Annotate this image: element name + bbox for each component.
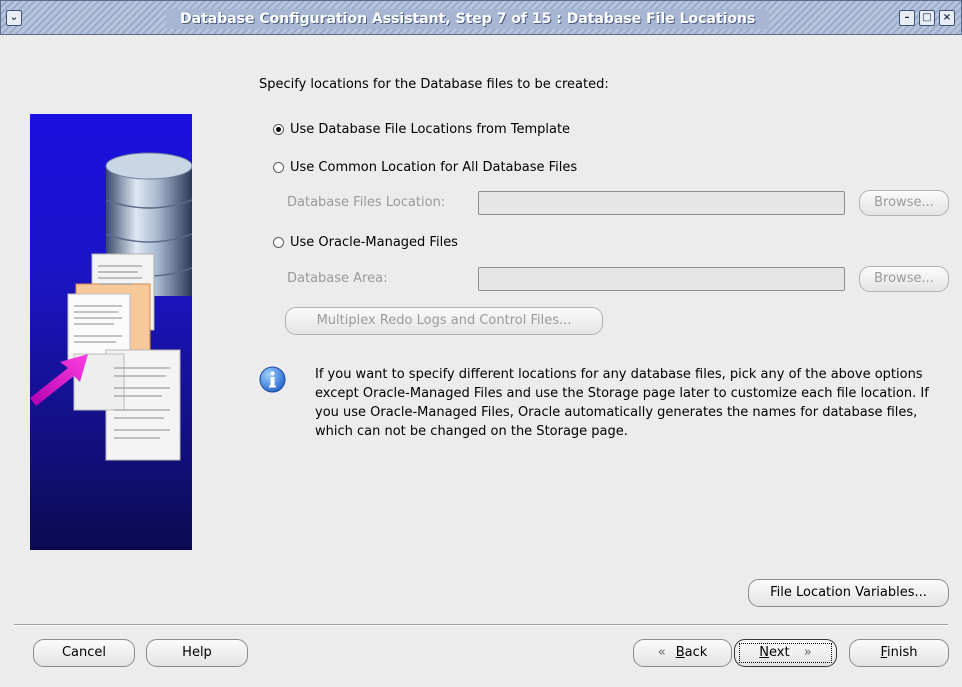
minimize-icon[interactable]: –: [899, 10, 915, 26]
files-location-input[interactable]: [478, 191, 845, 215]
radio-label: Use Oracle-Managed Files: [290, 235, 458, 250]
help-button[interactable]: Help: [146, 639, 248, 667]
cancel-button[interactable]: Cancel: [33, 639, 135, 667]
radio-indicator[interactable]: [273, 162, 284, 173]
radio-label: Use Common Location for All Database Fil…: [290, 160, 578, 175]
radio-common-location[interactable]: Use Common Location for All Database Fil…: [273, 160, 577, 175]
close-icon[interactable]: ×: [939, 10, 955, 26]
finish-button[interactable]: Finish: [849, 639, 949, 667]
window-menu-icon[interactable]: ⌄: [6, 10, 22, 26]
info-icon: [259, 366, 286, 393]
database-area-label: Database Area:: [287, 271, 388, 286]
title-bar[interactable]: ⌄ Database Configuration Assistant, Step…: [0, 0, 962, 35]
database-area-input[interactable]: [478, 267, 845, 291]
back-arrow-icon: «: [657, 645, 666, 660]
database-illustration-graphic: [30, 152, 192, 461]
browse-files-location-button[interactable]: Browse...: [859, 190, 949, 216]
maximize-icon[interactable]: □: [919, 10, 935, 26]
wizard-illustration: [30, 114, 192, 550]
file-location-variables-button[interactable]: File Location Variables...: [748, 579, 949, 607]
next-button[interactable]: Next »: [734, 639, 837, 667]
multiplex-redo-logs-button[interactable]: Multiplex Redo Logs and Control Files...: [285, 307, 603, 335]
back-label: ack: [684, 645, 708, 660]
browse-database-area-button[interactable]: Browse...: [859, 266, 949, 292]
radio-oracle-managed[interactable]: Use Oracle-Managed Files: [273, 235, 458, 250]
radio-template-locations[interactable]: Use Database File Locations from Templat…: [273, 122, 570, 137]
finish-label: inish: [887, 645, 918, 660]
radio-label: Use Database File Locations from Templat…: [290, 122, 571, 137]
window-title: Database Configuration Assistant, Step 7…: [166, 9, 770, 29]
radio-indicator[interactable]: [273, 237, 284, 248]
files-location-label: Database Files Location:: [287, 195, 446, 210]
focus-indicator: [739, 643, 832, 663]
radio-indicator[interactable]: [273, 124, 284, 135]
footer-separator: [14, 624, 948, 626]
back-button[interactable]: « Back: [633, 639, 732, 667]
page-heading: Specify locations for the Database files…: [259, 77, 609, 92]
back-mnemonic: B: [675, 645, 685, 660]
info-message: If you want to specify different locatio…: [315, 367, 929, 439]
